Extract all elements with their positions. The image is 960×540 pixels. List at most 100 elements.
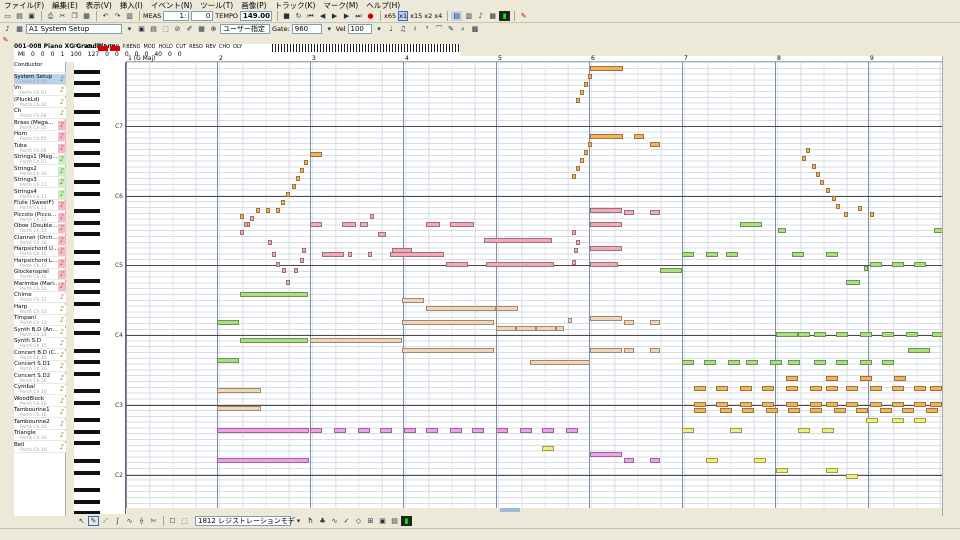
black-key[interactable] (74, 348, 100, 353)
menu-item-0[interactable]: ファイル(F) (0, 0, 48, 11)
fx-icon-9[interactable]: ▮ (401, 516, 412, 526)
track-row[interactable]: Concert B.D (C... PortA Ch.16 ♪ (14, 350, 66, 361)
track-row[interactable]: System Setup PortA Ch.01 ♪ (14, 73, 66, 85)
menu-item-5[interactable]: ツール(T) (196, 0, 237, 11)
track-row[interactable]: Tambourine2 PortA Ch.16 ♪ (14, 419, 66, 430)
midi-note[interactable] (866, 418, 878, 423)
track-type-icon[interactable]: ♪ (58, 120, 66, 130)
track-type-icon[interactable]: ♪ (58, 109, 66, 118)
midi-note[interactable] (934, 228, 942, 233)
midi-note[interactable] (496, 326, 516, 331)
midi-note[interactable] (716, 386, 728, 391)
track-row[interactable]: Chime PortA Ch.12 ♪ (14, 292, 66, 303)
mini-keyboard[interactable] (270, 44, 460, 52)
black-key[interactable] (74, 220, 100, 225)
midi-note[interactable] (296, 176, 300, 181)
midi-note[interactable] (846, 386, 858, 391)
midi-note[interactable] (426, 306, 496, 311)
midi-note[interactable] (746, 360, 758, 365)
view-list-icon[interactable]: ▤ (451, 11, 463, 21)
midi-note[interactable] (536, 326, 556, 331)
midi-note[interactable] (348, 252, 352, 257)
midi-note[interactable] (776, 468, 788, 473)
midi-note[interactable] (816, 172, 820, 177)
midi-note[interactable] (217, 406, 261, 411)
black-key[interactable] (74, 209, 100, 214)
black-key[interactable] (74, 487, 100, 492)
black-key[interactable] (74, 418, 100, 423)
midi-note[interactable] (402, 348, 494, 353)
midi-note[interactable] (572, 174, 576, 179)
fx-icon-1[interactable]: ħ (305, 516, 316, 526)
midi-note[interactable] (217, 388, 261, 393)
midi-note[interactable] (716, 402, 728, 407)
midi-note[interactable] (294, 268, 298, 273)
midi-note[interactable] (634, 134, 644, 139)
midi-note[interactable] (310, 152, 322, 157)
track-row[interactable]: Tuba PortA Ch.06 ♪ (14, 143, 66, 154)
black-key[interactable] (74, 162, 100, 167)
fx-icon-2[interactable]: ♣ (317, 516, 328, 526)
midi-note[interactable] (730, 428, 742, 433)
midi-note[interactable] (792, 252, 804, 257)
midi-note[interactable] (762, 402, 774, 407)
properties-icon[interactable]: ▥ (124, 11, 135, 21)
midi-note[interactable] (250, 216, 254, 221)
midi-note[interactable] (826, 188, 830, 193)
midi-note[interactable] (906, 332, 918, 337)
midi-note[interactable] (932, 332, 942, 337)
midi-note[interactable] (786, 376, 798, 381)
midi-note[interactable] (836, 332, 848, 337)
midi-note[interactable] (798, 428, 810, 433)
midi-note[interactable] (720, 408, 732, 413)
track-row[interactable]: Concert S.D2 PortA Ch.16 ♪ (14, 373, 66, 384)
fx-icon-4[interactable]: ✓ (341, 516, 352, 526)
cut-icon[interactable]: ✂ (57, 11, 68, 21)
curve-tool-icon[interactable]: ∫ (112, 516, 123, 526)
midi-note[interactable] (882, 332, 894, 337)
midi-note[interactable] (576, 166, 580, 171)
track-type-icon[interactable]: ♪ (58, 201, 66, 210)
measure-field[interactable]: 1: (163, 11, 190, 21)
midi-note[interactable] (682, 360, 694, 365)
undo-icon[interactable]: ↶ (100, 11, 111, 21)
midi-note[interactable] (240, 230, 244, 235)
black-key[interactable] (74, 470, 100, 475)
midi-note[interactable] (256, 208, 260, 213)
midi-note[interactable] (740, 222, 762, 227)
hscroll-thumb[interactable] (500, 508, 520, 512)
black-key[interactable] (74, 139, 100, 144)
midi-note[interactable] (704, 360, 716, 365)
line-tool-icon[interactable]: ⟋ (100, 516, 111, 526)
track-type-icon[interactable]: ♪ (58, 408, 66, 417)
midi-note[interactable] (650, 142, 660, 147)
midi-note[interactable] (358, 428, 370, 433)
pen-icon[interactable]: ✎ (446, 24, 457, 34)
midi-note[interactable] (542, 428, 554, 433)
midi-note[interactable] (706, 458, 718, 463)
arrow-tool-icon[interactable]: ↖ (76, 516, 87, 526)
forward-icon[interactable]: ▶ (341, 11, 352, 21)
track-type-icon[interactable]: ♪ (58, 97, 66, 107)
midi-note[interactable] (762, 386, 774, 391)
view-mixer-icon[interactable]: ▦ (487, 11, 498, 21)
color-icon[interactable]: ▩ (470, 24, 481, 34)
midi-note[interactable] (334, 428, 346, 433)
track-type-icon[interactable]: ♪ (58, 155, 66, 164)
controller-dropdown-icon[interactable]: ▾ (293, 516, 304, 526)
midi-note[interactable] (766, 408, 778, 413)
track-type-icon[interactable]: ♪ (58, 442, 66, 452)
black-key[interactable] (74, 290, 100, 295)
rewind-icon[interactable]: ◀ (317, 11, 328, 21)
midi-note[interactable] (844, 212, 848, 217)
record-icon[interactable]: ● (365, 11, 376, 21)
midi-note[interactable] (908, 348, 930, 353)
black-key[interactable] (74, 278, 100, 283)
midi-note[interactable] (576, 98, 580, 103)
track-type-icon[interactable]: ♪ (58, 74, 66, 84)
track-row[interactable]: Strings4 PortA Ch.11 ♪ (14, 189, 66, 200)
track-row[interactable]: WoodBlock PortA Ch.16 ♪ (14, 396, 66, 407)
black-key[interactable] (74, 191, 100, 196)
black-key[interactable] (74, 441, 100, 446)
midi-note[interactable] (217, 320, 239, 325)
